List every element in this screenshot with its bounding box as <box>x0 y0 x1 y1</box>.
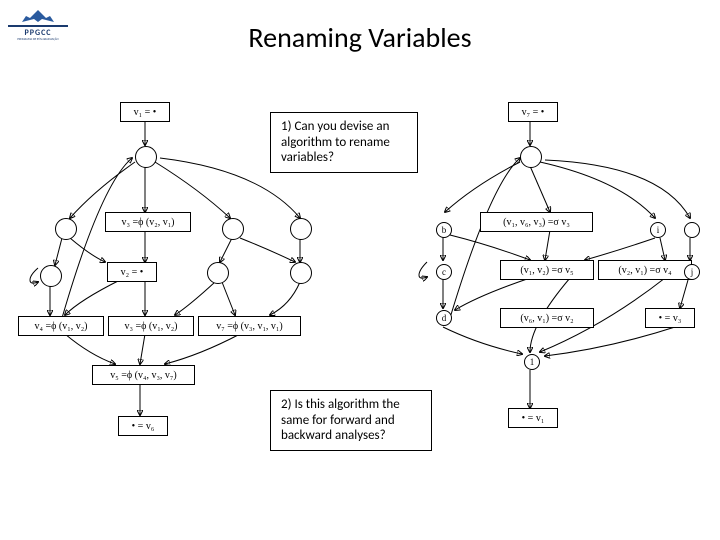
node-sigma-v2: (v₆, v₁) =σ v₂ <box>500 308 594 328</box>
node-v1-def: v₁ = • <box>120 102 170 122</box>
node-use-v3: • = v₃ <box>645 308 695 328</box>
node-circle-small <box>684 222 700 238</box>
node-use-v6: • = v₆ <box>118 416 168 436</box>
node-v3-phi: v₃ =ϕ (v₂, v₁) <box>105 212 191 232</box>
node-sigma-v4: (v₂, v₁) =σ v₄ <box>598 260 692 280</box>
node-v3b-phi: v₃ =ϕ (v₁, v₂) <box>108 316 194 336</box>
node-b: b <box>436 222 452 238</box>
page-title: Renaming Variables <box>0 20 720 55</box>
node-j: j <box>684 264 700 280</box>
node-v7-phi: v₇ =ϕ (v₃, v₁, v₁) <box>198 316 301 336</box>
node-c: c <box>436 264 452 280</box>
node-circle <box>290 218 312 240</box>
node-circle <box>55 218 77 240</box>
node-d: d <box>436 310 452 326</box>
node-v7-def: v₇ = • <box>508 102 558 122</box>
node-circle <box>207 262 229 284</box>
node-v5-phi: v₅ =ϕ (v₄, v₃, v₇) <box>92 365 195 385</box>
node-sigma-v5: (v₁, v₂) =σ v₅ <box>500 260 594 280</box>
node-l: 1 <box>524 354 540 370</box>
node-circle <box>135 146 157 168</box>
node-i: i <box>650 222 666 238</box>
question-2-box: 2) Is this algorithm the same for forwar… <box>270 390 432 451</box>
diagram: v₁ = • v₃ =ϕ (v₂, v₁) v₂ = • v₄ =ϕ (v₁, … <box>0 90 720 520</box>
node-circle <box>290 262 312 284</box>
node-circle <box>222 218 244 240</box>
node-use-v1: • = v₁ <box>508 408 558 428</box>
node-sigma-v3: (v₁, v₆, v₃) =σ v₃ <box>480 212 593 232</box>
question-1-box: 1) Can you devise an algorithm to rename… <box>270 112 418 173</box>
node-v2-def: v₂ = • <box>107 262 157 282</box>
node-circle <box>520 146 542 168</box>
node-circle <box>40 265 62 287</box>
node-v4-phi: v₄ =ϕ (v₁, v₂) <box>18 316 104 336</box>
